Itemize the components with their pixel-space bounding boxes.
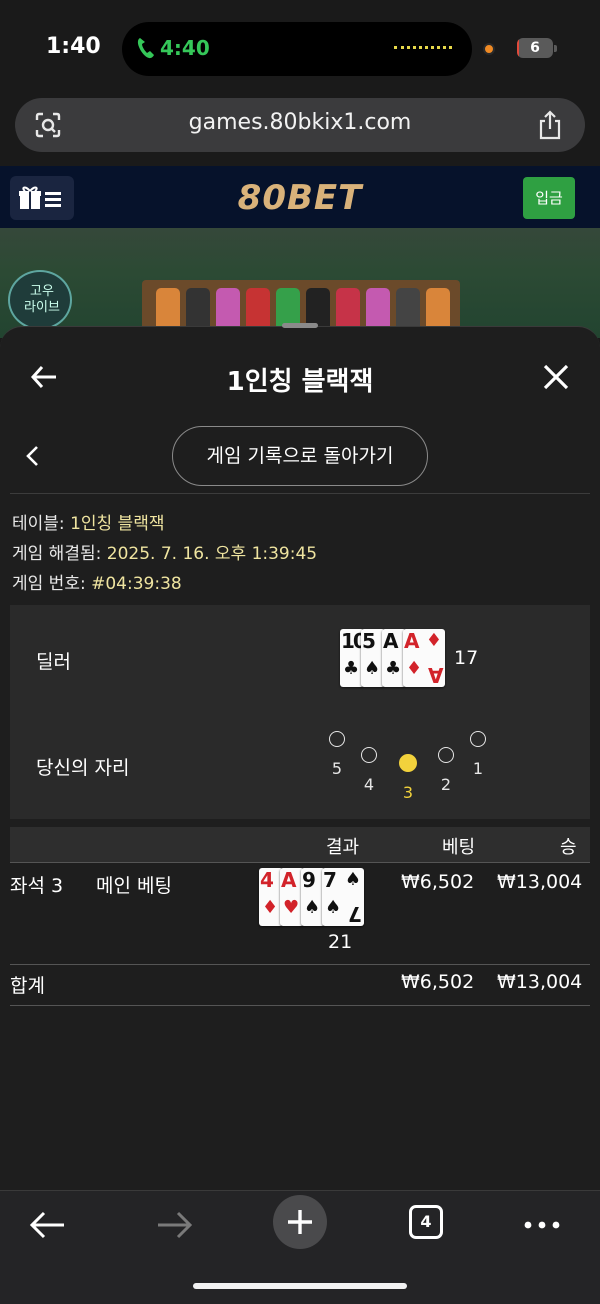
browser-toolbar: 4 (0, 1190, 600, 1304)
url-text[interactable]: games.80bkix1.com (15, 110, 585, 135)
divider (10, 964, 590, 965)
deposit-button[interactable]: 입금 (523, 177, 575, 219)
battery-tip (554, 45, 557, 52)
sum-bet-amount: ₩6,502 (401, 971, 475, 993)
site-header: 80BET 입금 (0, 166, 600, 228)
status-bar: 1:40 4:40 6 (0, 0, 600, 90)
new-tab-button[interactable] (273, 1195, 327, 1249)
row-seat: 좌석 3 (10, 875, 64, 897)
card-suit: ♥ (283, 897, 300, 918)
header-bet: 베팅 (442, 837, 476, 858)
result-table-header: 결과 베팅 승 (10, 827, 590, 863)
card-suit: ♦ (406, 658, 423, 679)
game-background: 고우 라이브 (0, 228, 600, 340)
card-suit: ♠ (304, 897, 321, 918)
card-suit: ♣ (343, 658, 360, 679)
more-icon[interactable] (522, 1205, 562, 1245)
sheet-grabber[interactable] (282, 323, 318, 328)
row-bet-type: 메인 베팅 (96, 875, 172, 897)
seat-5-number: 5 (331, 759, 343, 778)
dealer-total: 17 (454, 647, 479, 669)
seat-3-number: 3 (402, 783, 414, 802)
card-suit: ♦ (425, 630, 442, 651)
info-table: 테이블: 1인칭 블랙잭 (12, 509, 164, 534)
card-rank: 4 (260, 868, 274, 892)
home-indicator[interactable] (193, 1283, 407, 1289)
player-total: 21 (328, 931, 353, 953)
card-suit: ♠ (325, 897, 342, 918)
tabs-button[interactable]: 4 (409, 1205, 443, 1239)
info-resolved-value: 2025. 7. 16. 오후 1:39:45 (106, 544, 318, 564)
call-timer: 4:40 (160, 36, 210, 60)
seat-4-marker (361, 747, 377, 763)
card-suit: ♠ (344, 869, 361, 890)
info-table-value: 1인칭 블랙잭 (70, 514, 165, 534)
dealer-card: A ♦ ♦ A (403, 629, 445, 687)
sum-win-amount: ₩13,004 (497, 971, 583, 993)
browser-back-icon[interactable] (28, 1205, 68, 1245)
game-detail-sheet: 1인칭 블랙잭 게임 기록으로 돌아가기 테이블: 1인칭 블랙잭 게임 해결됨… (0, 323, 600, 1190)
close-icon[interactable] (542, 363, 570, 391)
card-suit: ♠ (364, 658, 381, 679)
card-rank: A (404, 629, 420, 653)
info-table-label: 테이블: (12, 514, 65, 534)
card-suit: ♣ (385, 658, 402, 679)
dynamic-island[interactable]: 4:40 (122, 22, 472, 76)
card-rank: A (281, 868, 297, 892)
address-bar[interactable]: games.80bkix1.com (15, 98, 585, 152)
mic-indicator-icon (483, 43, 495, 55)
live-badge[interactable]: 고우 라이브 (8, 270, 72, 330)
seat-3-marker (399, 754, 417, 772)
row-bet-amount: ₩6,502 (401, 871, 475, 893)
live-badge-text: 고우 라이브 (24, 284, 60, 315)
audio-wave-icon (394, 46, 452, 50)
card-rank: 5 (362, 629, 376, 653)
divider (10, 493, 590, 494)
info-resolved: 게임 해결됨: 2025. 7. 16. 오후 1:39:45 (12, 539, 317, 564)
divider (10, 1005, 590, 1006)
chevron-left-icon[interactable] (24, 445, 42, 467)
header-win: 승 (560, 837, 577, 858)
card-suit: ♦ (262, 897, 279, 918)
seat-4-number: 4 (363, 775, 375, 794)
battery-level: 6 (530, 40, 540, 56)
seat-1-marker (470, 731, 486, 747)
browser-forward-icon[interactable] (154, 1205, 194, 1245)
card-rank: A (383, 629, 399, 653)
phone-icon (136, 36, 158, 62)
screen: 1:40 4:40 6 games.80bkix1.com 80BET 입금 고… (0, 0, 600, 1304)
card-rank: 9 (302, 868, 316, 892)
player-card: 7 ♠ ♠ 7 (322, 868, 364, 926)
info-game-number: 게임 번호: #04:39:38 (12, 569, 182, 594)
seat-label: 당신의 자리 (36, 757, 130, 779)
clock: 1:40 (46, 34, 101, 59)
header-result: 결과 (326, 837, 360, 858)
back-to-history-button[interactable]: 게임 기록으로 돌아가기 (172, 426, 428, 486)
info-resolved-label: 게임 해결됨: (12, 544, 102, 564)
seat-2-marker (438, 747, 454, 763)
seat-2-number: 2 (440, 775, 452, 794)
card-rank: A (427, 663, 443, 687)
info-game-number-label: 게임 번호: (12, 574, 86, 594)
row-win-amount: ₩13,004 (497, 871, 583, 893)
sheet-title: 1인칭 블랙잭 (226, 367, 374, 397)
card-rank: 7 (348, 902, 362, 926)
plus-icon (288, 1210, 312, 1234)
card-rank: 7 (323, 868, 337, 892)
hands-panel: 딜러 10 ♣ 5 ♠ A ♣ A ♦ ♦ A 17 당신의 자리 54321 (10, 605, 590, 819)
share-icon[interactable] (537, 110, 563, 140)
site-logo[interactable]: 80BET (0, 178, 600, 218)
sum-label: 합계 (10, 975, 45, 997)
info-game-number-value: #04:39:38 (91, 574, 182, 594)
dealer-label: 딜러 (36, 651, 71, 673)
seat-1-number: 1 (472, 759, 484, 778)
seat-5-marker (329, 731, 345, 747)
battery-icon: 6 (517, 38, 553, 58)
